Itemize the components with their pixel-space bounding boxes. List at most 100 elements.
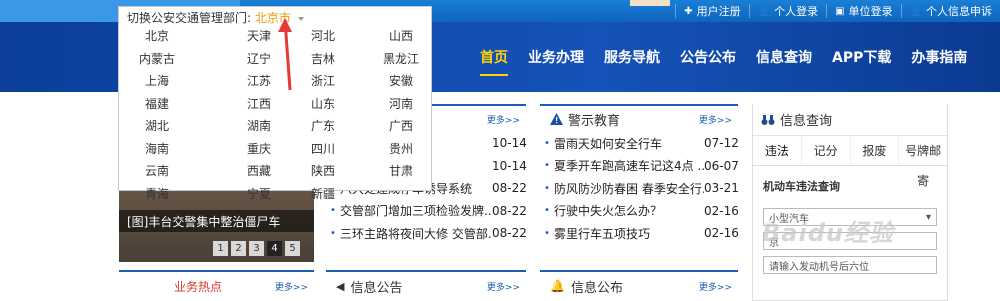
region-option[interactable]: 宁夏 [229, 185, 289, 202]
region-option[interactable]: 辽宁 [229, 50, 289, 67]
bullet-icon: • [544, 182, 550, 194]
nav-query[interactable]: 信息查询 [756, 47, 812, 67]
warning-item-title[interactable]: 雷雨天如何安全行车 [554, 135, 704, 152]
warning-item-title[interactable]: 防风防沙防春困 春季安全行... [554, 180, 704, 197]
bullet-icon: • [544, 137, 550, 149]
region-option[interactable]: 山东 [293, 95, 353, 112]
nav-notice[interactable]: 公告公布 [680, 47, 736, 67]
news-item[interactable]: • 交管部门增加三项检验发牌... 08-22 [330, 200, 527, 223]
region-option[interactable]: 青海 [127, 185, 187, 202]
region-option[interactable]: 黑龙江 [371, 50, 431, 67]
nav-service[interactable]: 服务导航 [604, 47, 660, 67]
warning-header: 警示教育 更多>> [540, 104, 738, 132]
query-panel: 信息查询 违法 记分 报废 号牌邮寄 机动车违法查询 小型汽车 ▾ 京 请输入发… [752, 104, 948, 301]
slider-page-5[interactable]: 5 [285, 241, 300, 256]
query-title: 信息查询 [780, 114, 833, 129]
warning-item-title[interactable]: 行驶中失火怎么办？ [554, 202, 704, 219]
news-item-title[interactable]: 交管部门增加三项检验发牌... [340, 202, 492, 219]
news-item-date: 08-22 [492, 226, 527, 241]
warning-item[interactable]: • 行驶中失火怎么办？ 02-16 [544, 200, 739, 223]
query-header: 信息查询 [753, 104, 947, 136]
hot-panel: 业务热点 更多>> [119, 270, 314, 301]
region-option[interactable]: 河北 [293, 27, 353, 44]
nav-business[interactable]: 业务办理 [528, 47, 584, 67]
slider-page-2[interactable]: 2 [231, 241, 246, 256]
region-option[interactable]: 江西 [229, 95, 289, 112]
engine-number-field[interactable]: 请输入发动机号后六位 [763, 256, 937, 274]
slider-page-3[interactable]: 3 [249, 241, 264, 256]
region-option[interactable]: 西藏 [229, 162, 289, 179]
slider-page-1[interactable]: 1 [213, 241, 228, 256]
warning-title-wrap: 警示教育 [550, 110, 620, 129]
region-option[interactable]: 河南 [371, 95, 431, 112]
city-switch-popup: 切换公安交通管理部门: 北京市 北京 天津 河北 山西内蒙古 辽宁 吉林 黑龙江上海 江苏 浙江… [118, 6, 432, 201]
region-option[interactable]: 内蒙古 [127, 50, 187, 67]
info-notice-more-link[interactable]: 更多>> [487, 280, 520, 293]
region-option[interactable]: 云南 [127, 162, 187, 179]
warning-item[interactable]: • 夏季开车跑高速车记这4点 ... 06-07 [544, 155, 739, 178]
warning-item-date: 02-16 [704, 203, 739, 218]
region-option[interactable]: 重庆 [229, 140, 289, 157]
news-item-title[interactable]: 三环主路将夜间大修 交管部... [340, 225, 492, 242]
hot-header: 业务热点 更多>> [119, 272, 314, 300]
tab-points[interactable]: 记分 [802, 136, 851, 165]
region-option[interactable]: 湖北 [127, 117, 187, 134]
region-option[interactable]: 新疆 [293, 185, 353, 202]
personal-login-link[interactable]: 👤 个人登录 [748, 4, 826, 18]
city-switch-label-wrap[interactable]: 切换公安交通管理部门: 北京市 [127, 9, 304, 26]
dropdown-arrow-icon: ▾ [925, 211, 931, 223]
region-option[interactable]: 海南 [127, 140, 187, 157]
region-option[interactable]: 山西 [371, 27, 431, 44]
region-option[interactable]: 四川 [293, 140, 353, 157]
appeal-link[interactable]: 👤 个人信息申诉 [900, 4, 1000, 18]
nav-app[interactable]: APP下载 [832, 47, 891, 67]
info-notice-title: 信息公告 [350, 280, 403, 296]
info-publish-title: 信息公布 [570, 280, 623, 296]
region-option[interactable]: 广西 [371, 117, 431, 134]
register-link[interactable]: ✚ 用户注册 [675, 4, 748, 18]
tab-violation[interactable]: 违法 [753, 136, 802, 165]
news-more-link[interactable]: 更多>> [487, 113, 520, 126]
region-option[interactable]: 浙江 [293, 72, 353, 89]
warning-more-link[interactable]: 更多>> [699, 113, 732, 126]
warning-item[interactable]: • 防风防沙防春困 春季安全行... 03-21 [544, 177, 739, 200]
engine-placeholder: 请输入发动机号后六位 [769, 261, 869, 273]
warning-item-date: 02-16 [704, 226, 739, 241]
region-option[interactable]: 天津 [229, 27, 289, 44]
selected-city[interactable]: 北京市 [255, 11, 291, 25]
building-icon: ▣ [835, 5, 845, 17]
warning-item-title[interactable]: 夏季开车跑高速车记这4点 ... [554, 157, 704, 174]
region-option[interactable]: 吉林 [293, 50, 353, 67]
region-option[interactable]: 北京 [127, 27, 187, 44]
binoculars-icon [761, 114, 775, 125]
unit-login-link[interactable]: ▣ 单位登录 [826, 4, 900, 18]
warning-item[interactable]: • 雷雨天如何安全行车 07-12 [544, 132, 739, 155]
slider-page-4[interactable]: 4 [267, 241, 282, 256]
region-option[interactable]: 湖南 [229, 117, 289, 134]
warning-item-title[interactable]: 雾里行车五项技巧 [554, 225, 704, 242]
region-option[interactable]: 甘肃 [371, 162, 431, 179]
warning-item[interactable]: • 雾里行车五项技巧 02-16 [544, 222, 739, 245]
region-option[interactable]: 陕西 [293, 162, 353, 179]
nav-guide[interactable]: 办事指南 [911, 47, 967, 67]
news-item[interactable]: • 三环主路将夜间大修 交管部... 08-22 [330, 222, 527, 245]
tab-scrap[interactable]: 报废 [851, 136, 900, 165]
region-option[interactable]: 贵州 [371, 140, 431, 157]
region-option[interactable]: 上海 [127, 72, 187, 89]
region-option[interactable]: 安徽 [371, 72, 431, 89]
slider-caption[interactable]: [图]丰台交警集中整治僵尸车 [119, 210, 314, 232]
region-option[interactable]: 江苏 [229, 72, 289, 89]
tab-plate-mail[interactable]: 号牌邮寄 [899, 136, 947, 188]
chevron-down-icon[interactable] [297, 16, 304, 21]
bullet-icon: • [544, 205, 550, 217]
warning-icon [550, 113, 563, 125]
info-publish-more-link[interactable]: 更多>> [699, 280, 732, 293]
baidu-watermark: Baidu经验 [762, 219, 894, 247]
nav-home[interactable]: 首页 [480, 47, 508, 76]
region-option[interactable]: 福建 [127, 95, 187, 112]
slider-pager: 1 2 3 4 5 [210, 241, 300, 256]
person-icon: 👤 [757, 5, 771, 17]
hot-more-link[interactable]: 更多>> [275, 280, 308, 293]
main-nav: 首页 业务办理 服务导航 公告公布 信息查询 APP下载 办事指南 [470, 22, 977, 92]
region-option[interactable]: 广东 [293, 117, 353, 134]
